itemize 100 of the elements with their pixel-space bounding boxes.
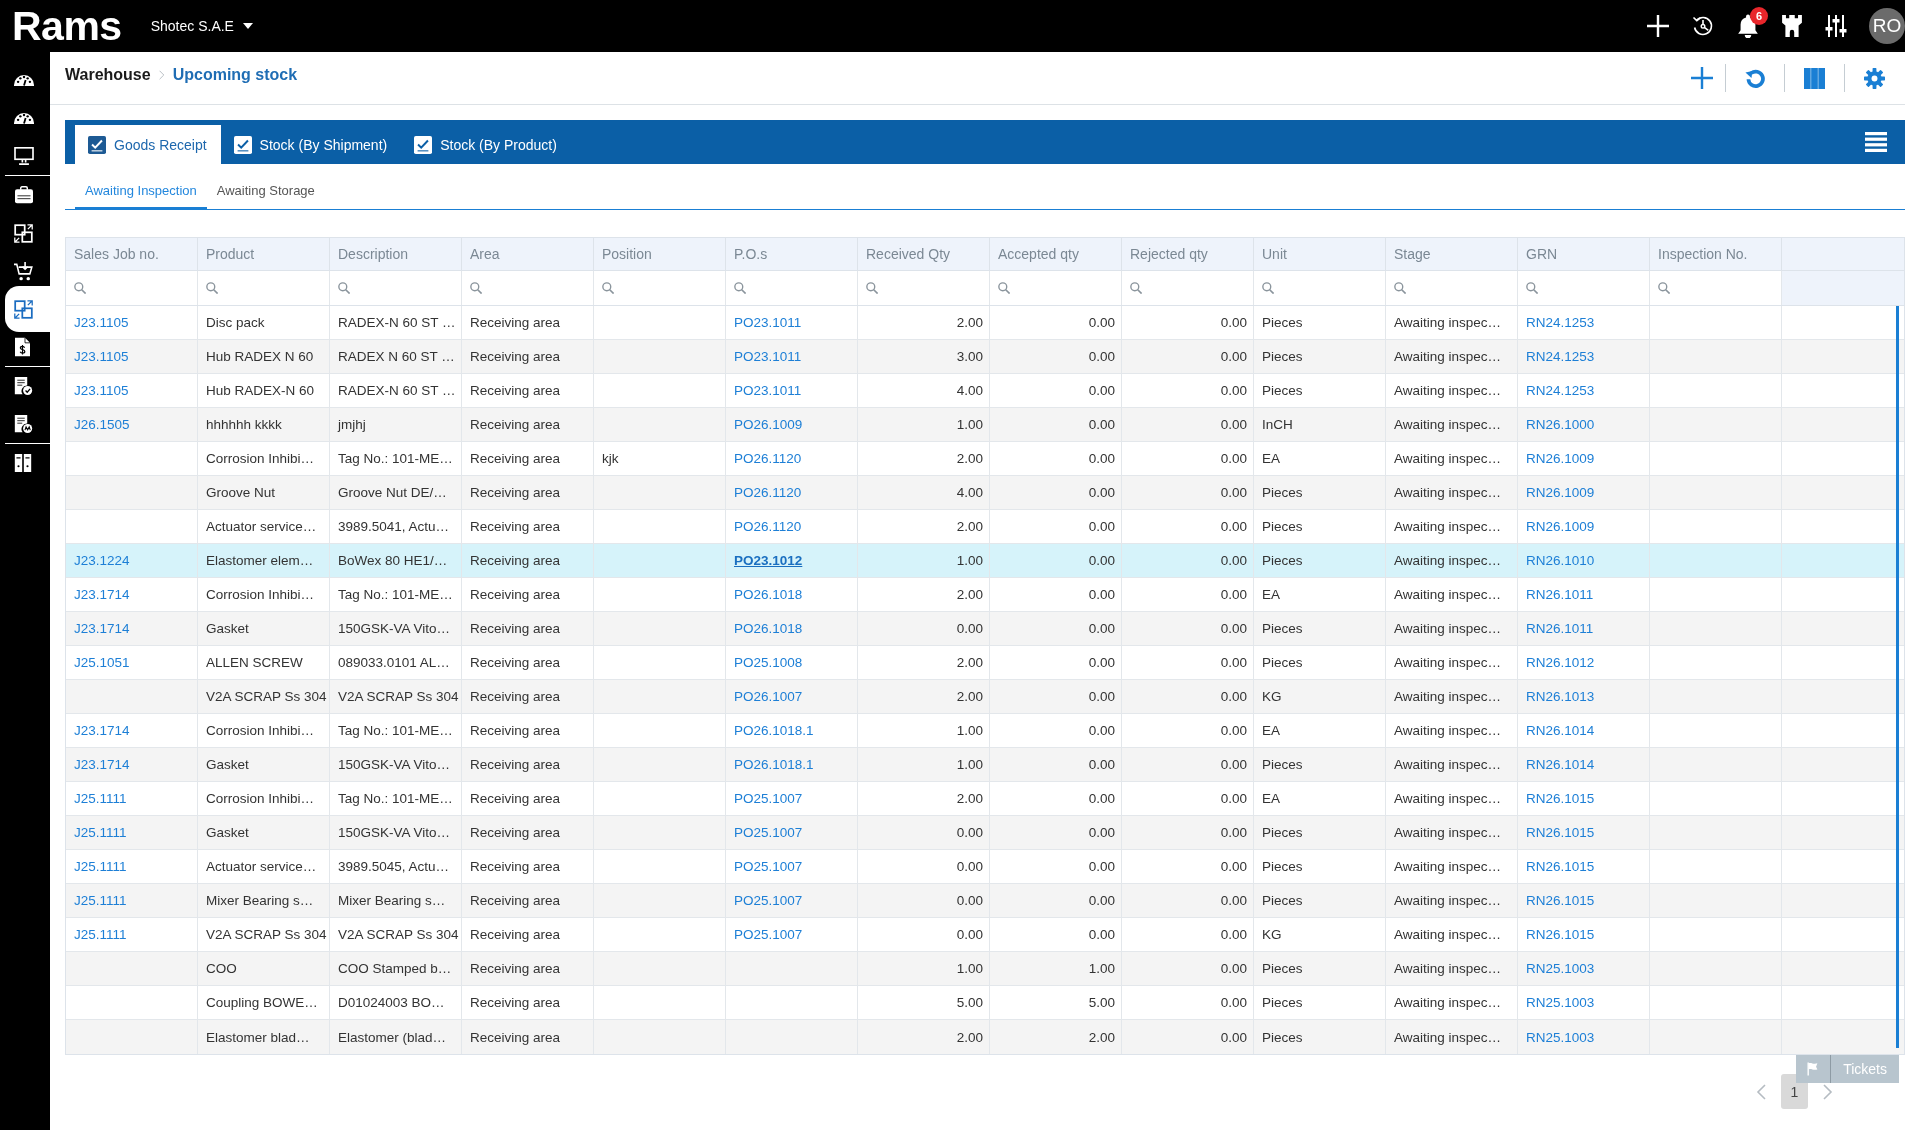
- table-link[interactable]: PO25.1007: [734, 825, 803, 840]
- column-header[interactable]: GRN: [1518, 238, 1650, 270]
- table-link[interactable]: RN25.1003: [1526, 995, 1595, 1010]
- table-link[interactable]: RN26.1015: [1526, 791, 1595, 806]
- table-link[interactable]: RN24.1253: [1526, 383, 1595, 398]
- castle-icon[interactable]: [1782, 15, 1802, 37]
- table-link[interactable]: RN26.1011: [1526, 587, 1594, 602]
- column-header[interactable]: Stage: [1386, 238, 1518, 270]
- table-link[interactable]: RN25.1003: [1526, 961, 1595, 976]
- table-link[interactable]: J25.1111: [74, 927, 127, 942]
- table-link[interactable]: RN26.1009: [1526, 485, 1595, 500]
- column-header[interactable]: P.O.s: [726, 238, 858, 270]
- refresh-icon[interactable]: [1745, 68, 1765, 88]
- table-link[interactable]: PO26.1018: [734, 587, 803, 602]
- table-row[interactable]: J23.1224 Elastomer elem… BoWex 80 HE1/… Receiving area PO23.1012 1.00 0.00 0.00 Pieces Awaiting inspec… RN26.1010: [66, 544, 1904, 578]
- table-link[interactable]: RN26.1013: [1526, 689, 1595, 704]
- table-link[interactable]: PO26.1120: [734, 485, 802, 500]
- table-row[interactable]: J25.1111 Mixer Bearing s… Mixer Bearing s… Receiving area PO25.1007 0.00 0.00 0.00 Pieces Awaiting inspec… RN26.1015: [66, 884, 1904, 918]
- table-row[interactable]: J26.1505 hhhhhh kkkk jmjhj Receiving area PO26.1009 1.00 0.00 0.00 InCH Awaiting inspec… RN26.1000: [66, 408, 1904, 442]
- table-link[interactable]: J25.1111: [74, 825, 127, 840]
- table-link[interactable]: PO25.1007: [734, 791, 803, 806]
- table-link[interactable]: PO23.1011: [734, 315, 802, 330]
- table-link[interactable]: J23.1105: [74, 349, 129, 364]
- column-header[interactable]: Received Qty: [858, 238, 990, 270]
- table-link[interactable]: PO23.1012: [734, 553, 803, 568]
- table-cell: Receiving area: [462, 646, 594, 679]
- table-row[interactable]: V2A SCRAP Ss 304 V2A SCRAP Ss 304 Receiving area PO26.1007 2.00 0.00 0.00 KG Awaiting inspec… RN26.1013: [66, 680, 1904, 714]
- table-cell: Receiving area: [462, 714, 594, 747]
- table-link[interactable]: J26.1505: [74, 417, 130, 432]
- table-link[interactable]: PO25.1008: [734, 655, 803, 670]
- table-cell: COO Stamped b…: [330, 952, 462, 985]
- table-link[interactable]: PO25.1007: [734, 927, 803, 942]
- column-header[interactable]: Area: [462, 238, 594, 270]
- column-header[interactable]: Product: [198, 238, 330, 270]
- table-link[interactable]: J25.1051: [74, 655, 130, 670]
- column-header[interactable]: Unit: [1254, 238, 1386, 270]
- table-link[interactable]: RN26.1009: [1526, 519, 1595, 534]
- table-link[interactable]: PO23.1011: [734, 383, 802, 398]
- table-link[interactable]: J23.1105: [74, 315, 129, 330]
- sidebar-item[interactable]: [5, 286, 50, 332]
- table-link[interactable]: RN26.1014: [1526, 757, 1595, 772]
- menu-icon[interactable]: [1865, 132, 1887, 152]
- table-row[interactable]: J23.1714 Gasket 150GSK-VA Vito… Receiving area PO26.1018 0.00 0.00 0.00 Pieces Awaiting inspec… RN26.1011: [66, 612, 1904, 646]
- tab[interactable]: Stock (By Shipment): [220, 125, 402, 164]
- table-link[interactable]: RN26.1011: [1526, 621, 1594, 636]
- table-link[interactable]: RN26.1010: [1526, 553, 1595, 568]
- history-icon[interactable]: [1692, 15, 1714, 37]
- table-link[interactable]: PO23.1011: [734, 349, 802, 364]
- table-link[interactable]: RN26.1014: [1526, 723, 1595, 738]
- scrollbar[interactable]: [1896, 306, 1899, 1048]
- table-link[interactable]: PO26.1120: [734, 451, 802, 466]
- table-link[interactable]: PO26.1018: [734, 621, 803, 636]
- table-link[interactable]: J23.1224: [74, 553, 130, 568]
- table-link[interactable]: PO26.1018.1: [734, 723, 814, 738]
- subtab[interactable]: Awaiting Inspection: [75, 183, 207, 210]
- table-link[interactable]: PO26.1009: [734, 417, 803, 432]
- table-row[interactable]: COO COO Stamped b… Receiving area 1.00 1.00 0.00 Pieces Awaiting inspec… RN25.1003: [66, 952, 1904, 986]
- table-link[interactable]: RN26.1015: [1526, 825, 1595, 840]
- tab[interactable]: Goods Receipt: [75, 125, 221, 164]
- table-link[interactable]: J23.1714: [74, 587, 130, 602]
- subtab[interactable]: Awaiting Storage: [206, 183, 325, 210]
- table-link[interactable]: RN26.1015: [1526, 927, 1595, 942]
- table-link[interactable]: J25.1111: [74, 893, 127, 908]
- breadcrumb-link[interactable]: Warehouse: [65, 65, 151, 84]
- company-selector[interactable]: Shotec S.A.E: [150, 18, 253, 34]
- table-link[interactable]: J23.1714: [74, 723, 130, 738]
- table-row[interactable]: J23.1105 Hub RADEX N 60 RADEX N 60 ST … Receiving area PO23.1011 3.00 0.00 0.00 Pieces Awaiting inspec… RN24.1253: [66, 340, 1904, 374]
- table-link[interactable]: PO26.1007: [734, 689, 803, 704]
- columns-icon[interactable]: [1804, 67, 1825, 89]
- table-link[interactable]: RN24.1253: [1526, 315, 1595, 330]
- table-link[interactable]: J23.1105: [74, 383, 129, 398]
- column-header[interactable]: Sales Job no.: [66, 238, 198, 270]
- table-row[interactable]: Elastomer blad… Elastomer (blad… Receiving area 2.00 2.00 0.00 Pieces Awaiting inspec… RN25.1003: [66, 1020, 1904, 1054]
- column-header[interactable]: Rejected qty: [1122, 238, 1254, 270]
- table-link[interactable]: PO25.1007: [734, 859, 803, 874]
- column-header[interactable]: Description: [330, 238, 462, 270]
- column-header[interactable]: Accepted qty: [990, 238, 1122, 270]
- table-link[interactable]: J23.1714: [74, 757, 130, 772]
- table-link[interactable]: J23.1714: [74, 621, 130, 636]
- table-cell: Receiving area: [462, 374, 594, 407]
- table-link[interactable]: PO26.1120: [734, 519, 802, 534]
- table-row[interactable]: Groove Nut Groove Nut DE/… Receiving area PO26.1120 4.00 0.00 0.00 Pieces Awaiting inspec… RN26.1009: [66, 476, 1904, 510]
- table-link[interactable]: RN26.1000: [1526, 417, 1595, 432]
- table-link[interactable]: RN26.1012: [1526, 655, 1595, 670]
- column-header[interactable]: Position: [594, 238, 726, 270]
- table-row[interactable]: J23.1714 Gasket 150GSK-VA Vito… Receiving area PO26.1018.1 1.00 0.00 0.00 Pieces Awaiting inspec… RN26.1014: [66, 748, 1904, 782]
- tab[interactable]: Stock (By Product): [401, 125, 571, 164]
- table-link[interactable]: RN26.1015: [1526, 859, 1595, 874]
- table-link[interactable]: PO25.1007: [734, 893, 803, 908]
- settings-icon[interactable]: [1864, 67, 1885, 89]
- table-link[interactable]: J25.1111: [74, 791, 127, 806]
- table-row[interactable]: J25.1111 Gasket 150GSK-VA Vito… Receiving area PO25.1007 0.00 0.00 0.00 Pieces Awaiting inspec… RN26.1015: [66, 816, 1904, 850]
- sliders-icon[interactable]: [1825, 15, 1847, 37]
- table-link[interactable]: J25.1111: [74, 859, 127, 874]
- table-link[interactable]: RN25.1003: [1526, 1029, 1595, 1045]
- user-avatar[interactable]: RO: [1869, 8, 1905, 44]
- table-link[interactable]: PO26.1018.1: [734, 757, 814, 772]
- table-link[interactable]: RN26.1009: [1526, 451, 1595, 466]
- table-link[interactable]: RN26.1015: [1526, 893, 1595, 908]
- table-link[interactable]: RN24.1253: [1526, 349, 1595, 364]
